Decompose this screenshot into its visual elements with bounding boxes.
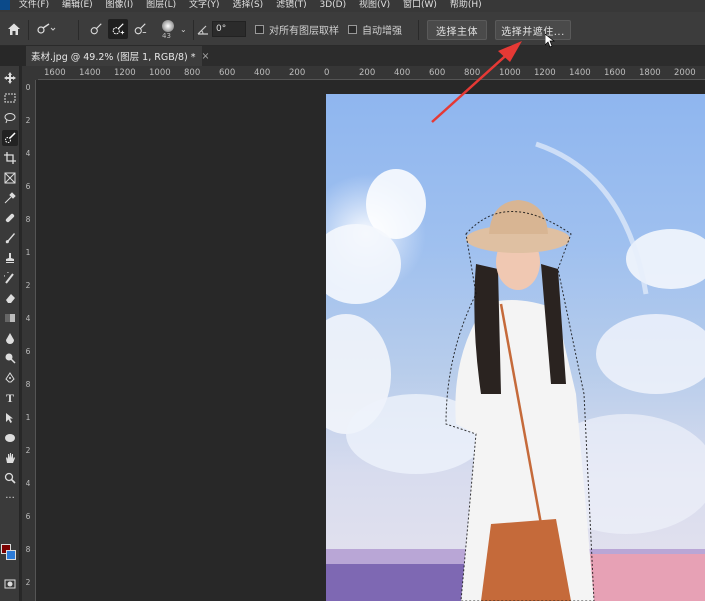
- cursor-icon: [545, 34, 555, 48]
- annotation-arrow: [431, 41, 522, 123]
